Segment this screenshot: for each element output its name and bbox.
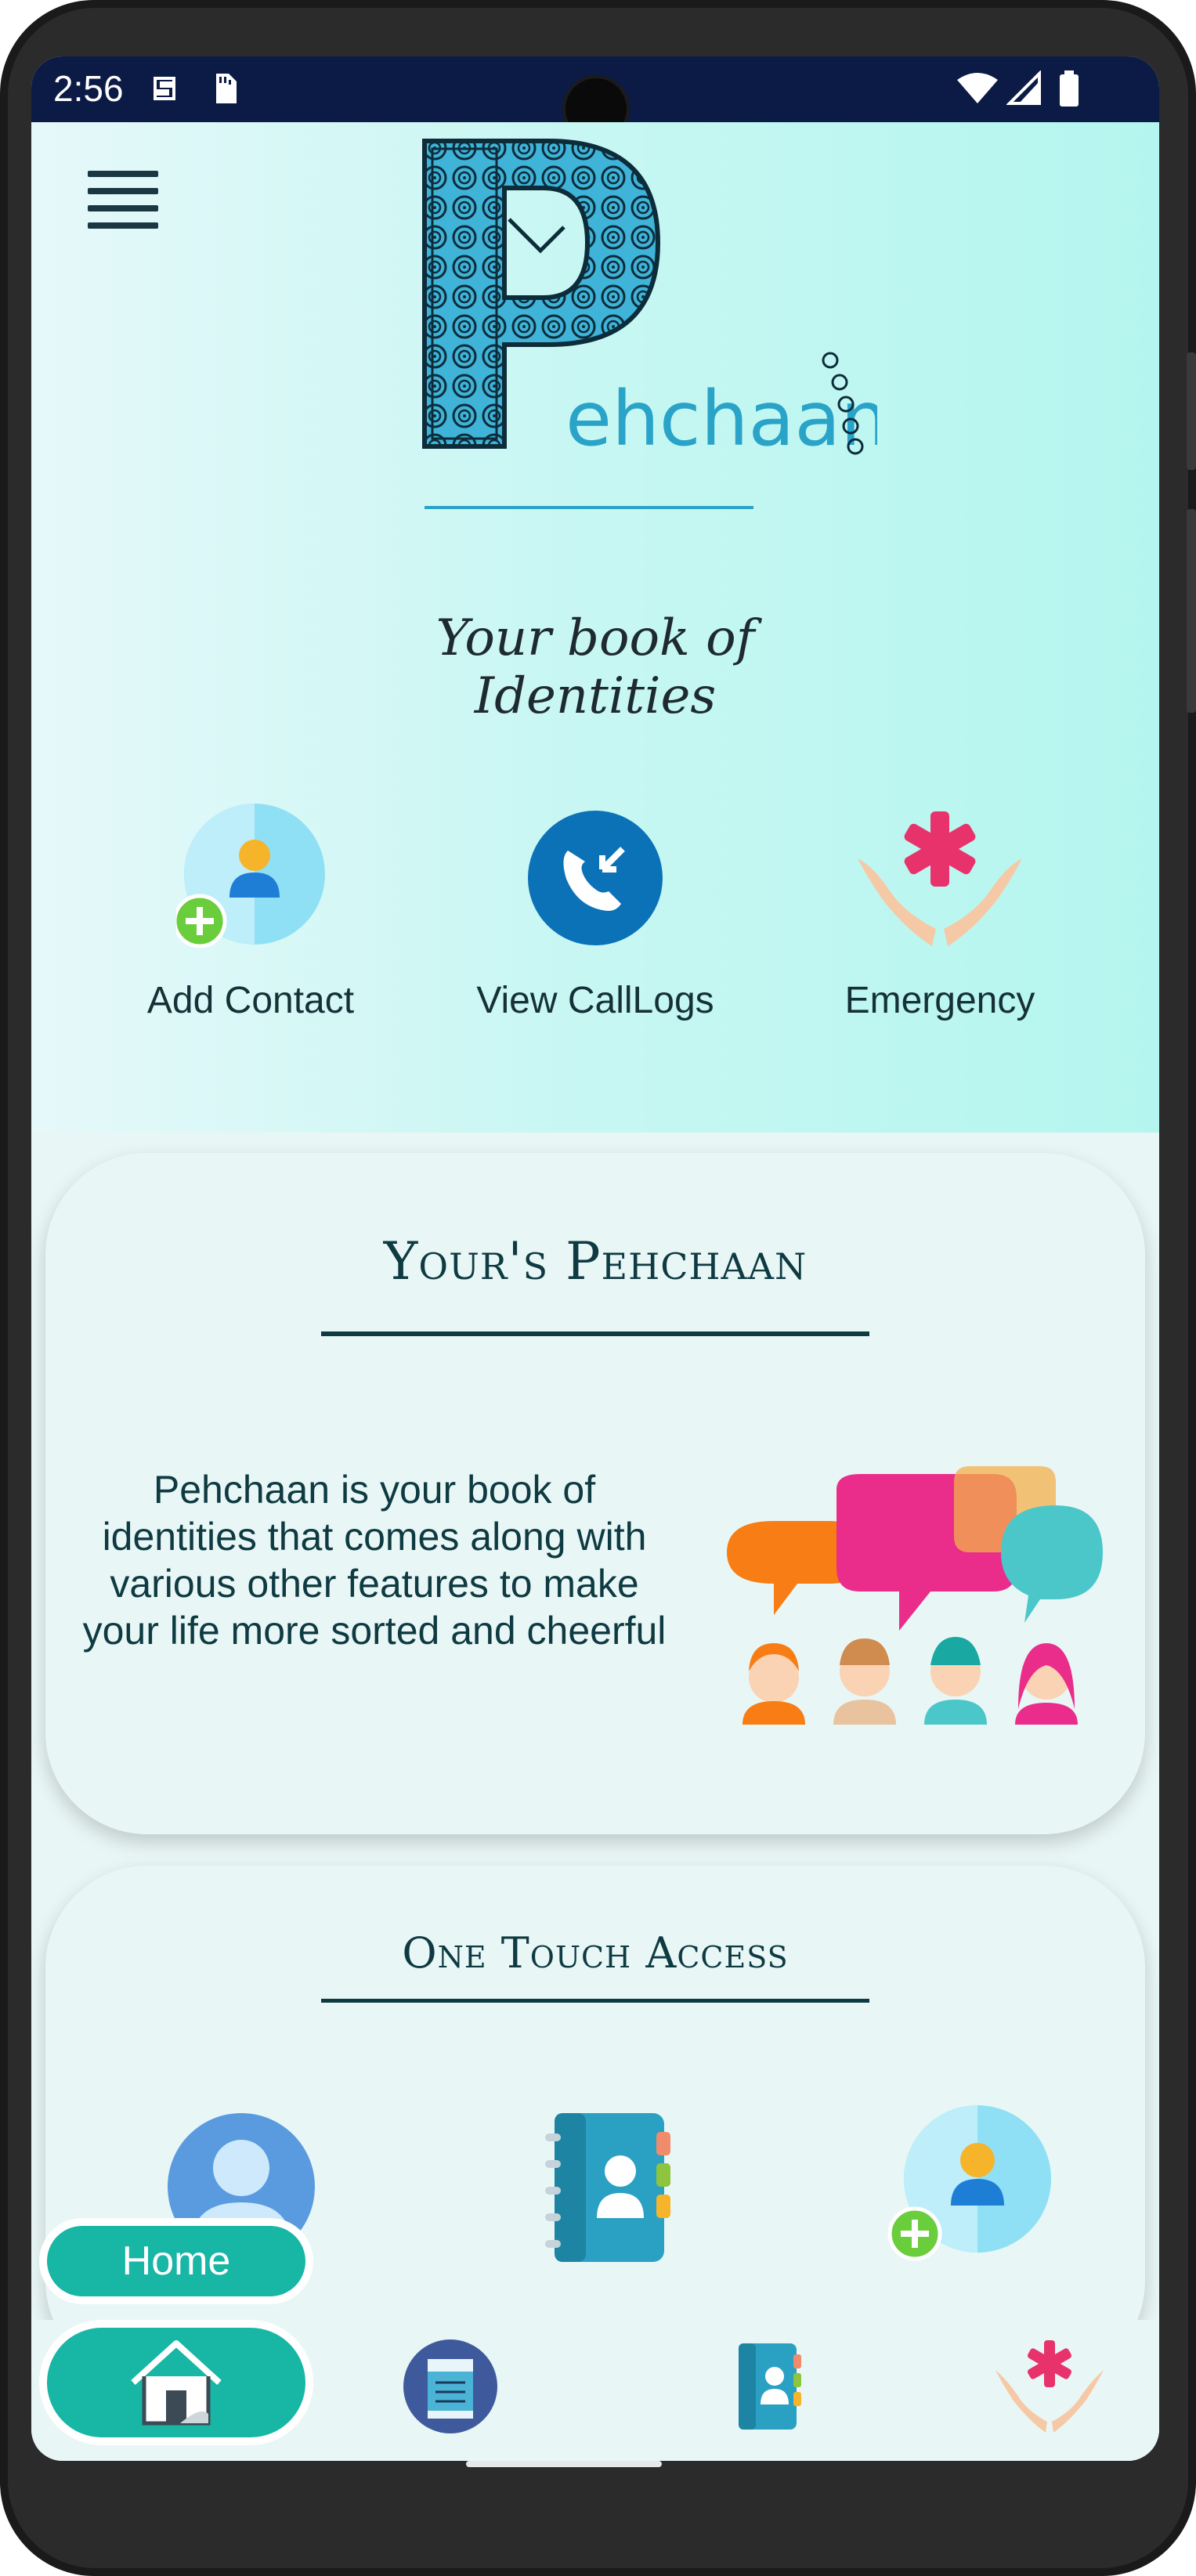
call-logs-icon [528,811,663,945]
nav-home[interactable] [47,2328,305,2437]
menu-icon [88,171,158,177]
device-frame: 2:56 ehchaan Your book of Identities Add… [0,0,1196,2576]
app-screen: 2:56 ehchaan Your book of Identities Add… [31,56,1159,2461]
signal-icon [1006,70,1041,105]
emergency-icon [995,2340,1104,2433]
intro-card-text: Pehchaan is your book of identities that… [82,1468,667,1653]
app-tagline: Your book of Identities [435,609,755,725]
emergency-action[interactable]: Emergency [783,804,1097,1022]
notes-icon [403,2339,497,2433]
nav-phone-book[interactable] [717,2336,818,2437]
chat-people-icon [727,1466,1103,1725]
emergency-label: Emergency [844,980,1035,1021]
power-button [1187,352,1196,470]
status-time: 2:56 [53,68,124,109]
access-phone-book[interactable] [515,2093,703,2281]
phone-book-icon [545,2113,670,2262]
battery-icon [1060,70,1079,107]
intro-card: Your's Pehchaan Pehchaan is your book of… [45,1153,1145,1834]
nav-notes[interactable] [399,2336,501,2437]
sd-card-icon [216,74,237,103]
pehchaan-logo-icon: ehchaan [422,139,888,509]
gesture-bar[interactable] [466,2461,662,2467]
wifi-icon [957,73,998,103]
app-logo: ehchaan [360,133,888,572]
intro-card-title: Your's Pehchaan [383,1231,808,1292]
nav-emergency[interactable] [991,2336,1108,2437]
emergency-icon [858,811,1022,946]
menu-button[interactable] [88,171,158,232]
add-contact-icon [887,2105,1051,2261]
home-tab-label: Home [47,2226,305,2296]
add-contact-label: Add Contact [146,980,355,1021]
view-calllogs-label: View CallLogs [476,980,714,1021]
access-card-divider [321,1999,869,2003]
phone-book-icon [739,2343,801,2430]
add-contact-action[interactable]: Add Contact [94,804,407,1022]
add-contact-icon [172,804,325,948]
svg-text:ehchaan: ehchaan [565,375,877,463]
one-touch-access-card: One Touch Access [45,1866,1145,2383]
intro-card-divider [321,1331,869,1336]
volume-button [1187,509,1196,713]
vpn-icon [154,77,175,100]
access-add-contact[interactable] [876,2093,1064,2281]
view-calllogs-action[interactable]: View CallLogs [439,804,752,1022]
access-card-title: One Touch Access [402,1928,789,1978]
home-icon [131,2340,222,2426]
hero-section: ehchaan Your book of Identities Add Cont… [31,122,1159,1133]
